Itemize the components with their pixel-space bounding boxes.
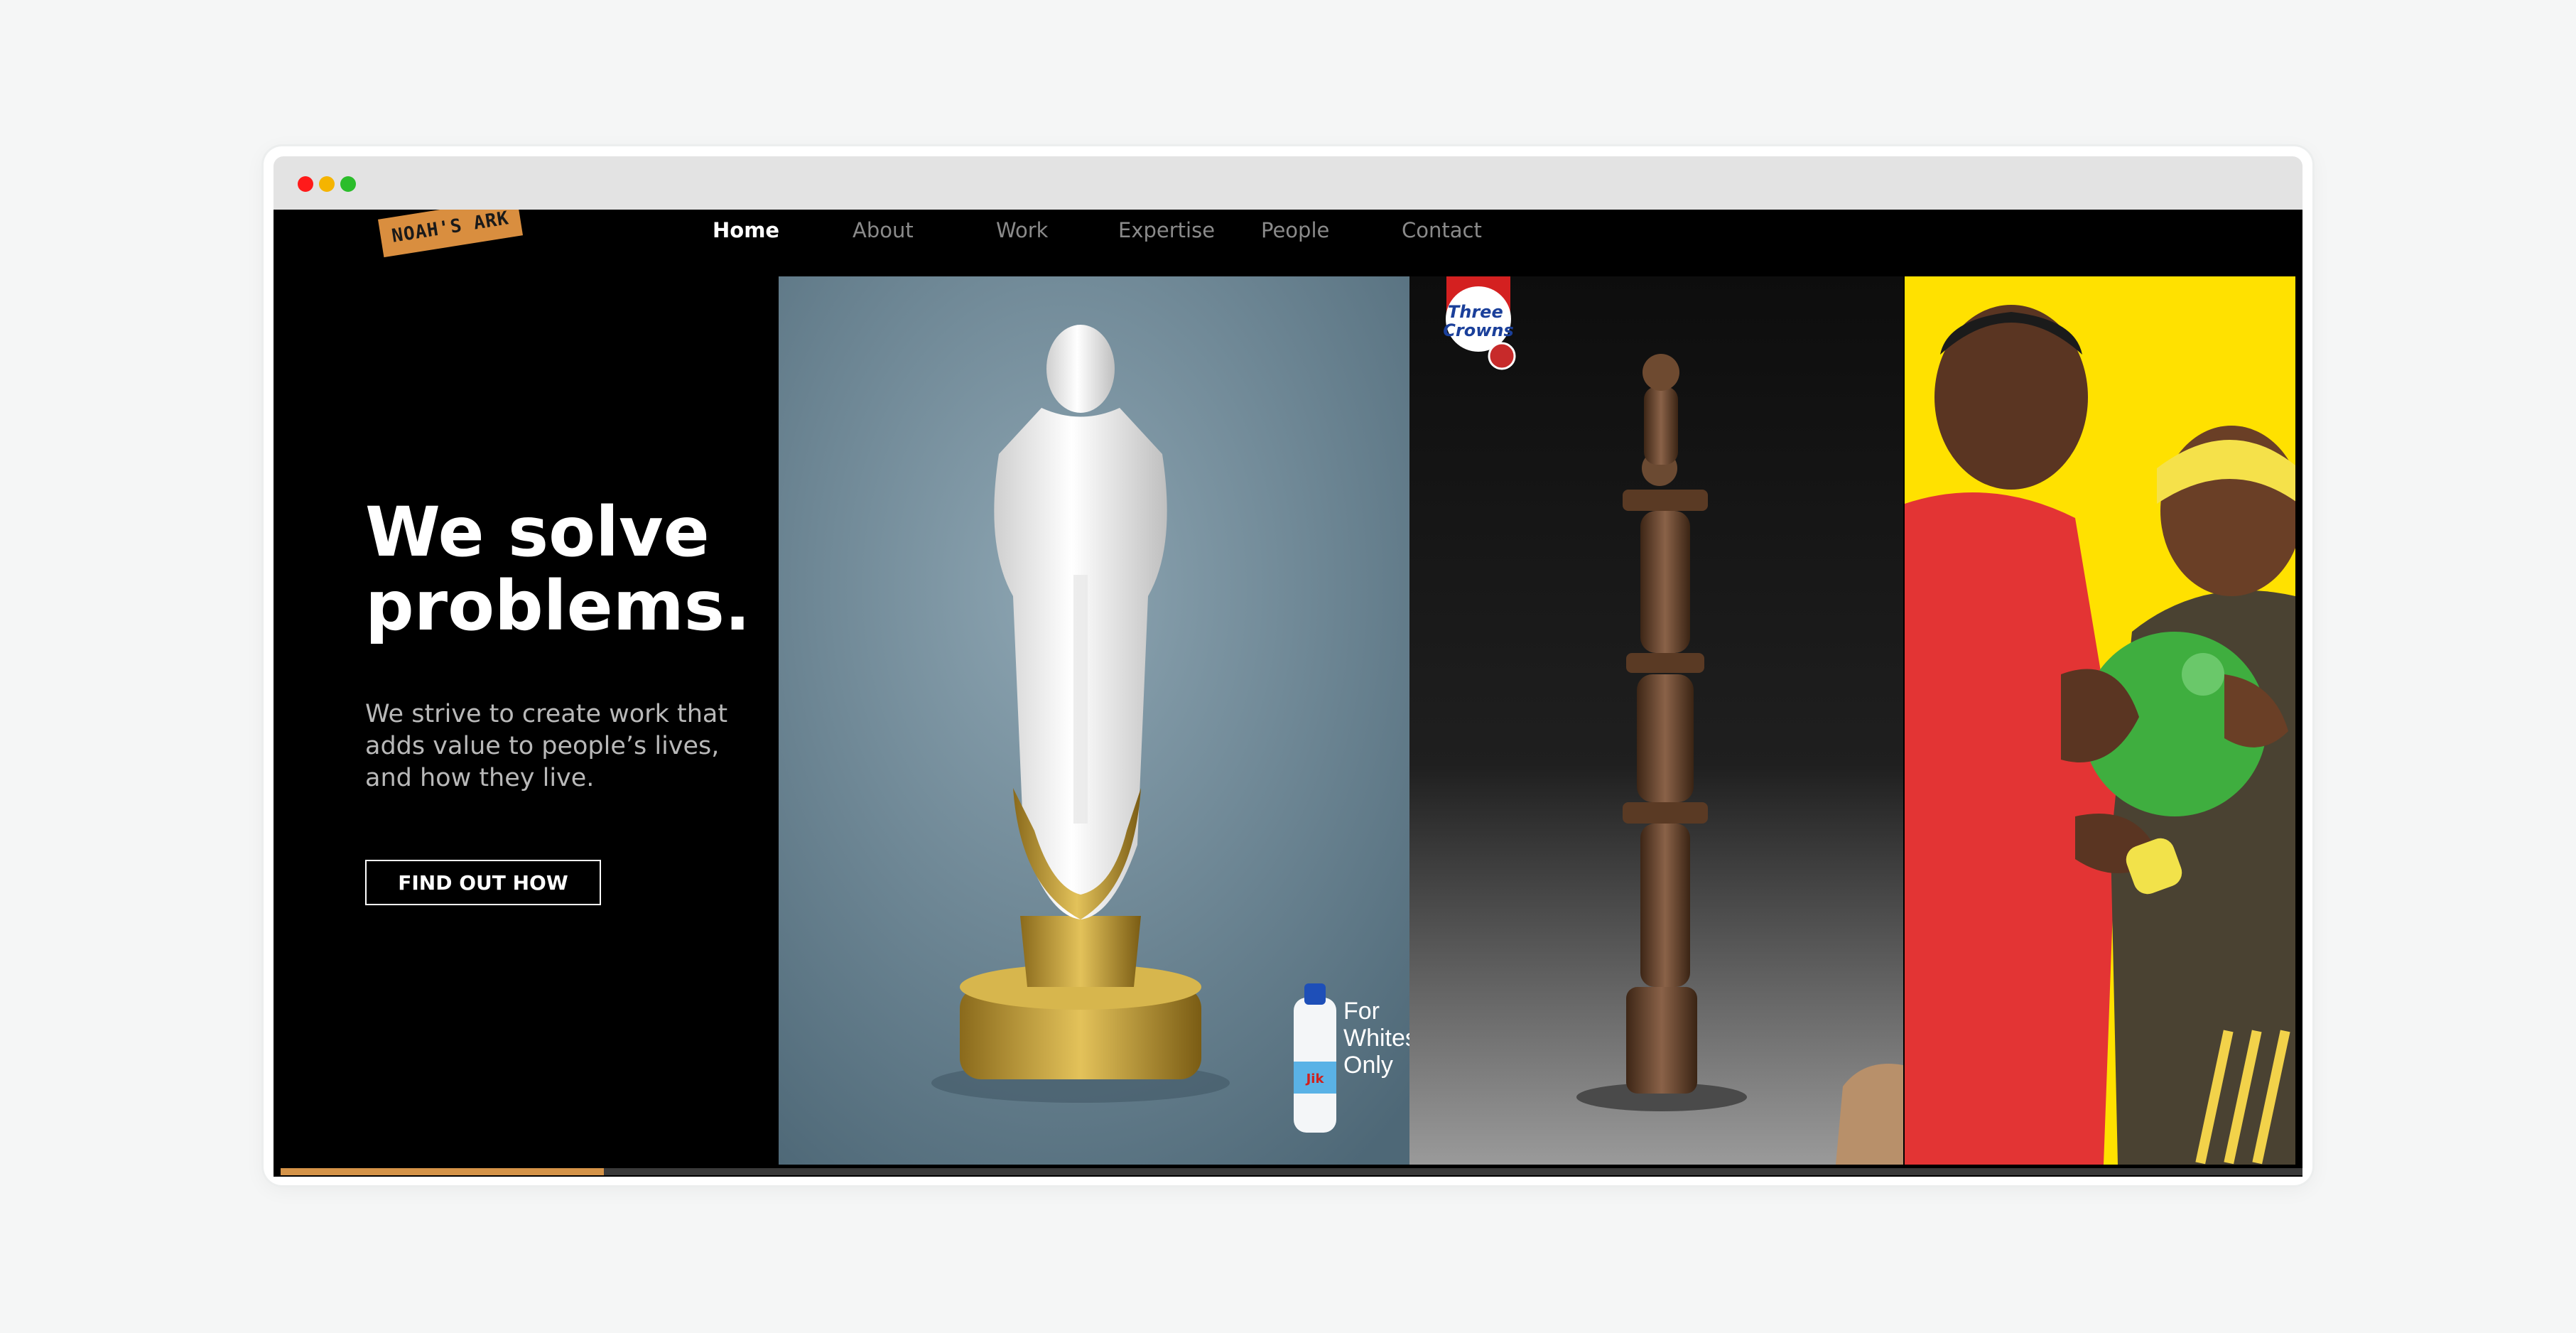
website-viewport: NOAH'S ARK Home About Work Expertise Peo…	[274, 210, 2302, 1177]
hero-title: We solve problems.	[365, 495, 763, 643]
hero-title-line2: problems.	[365, 566, 751, 646]
nav-home[interactable]: Home	[713, 218, 779, 242]
find-out-how-button[interactable]: FIND OUT HOW	[365, 860, 601, 905]
hero-title-line1: We solve	[365, 492, 710, 572]
gallery-panel-statue-ad[interactable]: Jik For Whites Only	[779, 276, 1409, 1165]
browser-titlebar	[274, 156, 2302, 210]
statue-head	[1046, 325, 1115, 413]
close-window-button[interactable]	[298, 176, 313, 192]
bottle-label: Jik	[1305, 1072, 1325, 1086]
slider-progress-track[interactable]	[281, 1168, 2302, 1175]
totem-base	[1626, 987, 1697, 1094]
football-ad-image	[1905, 276, 2295, 1165]
statue-ad-image: Jik For Whites Only	[779, 276, 1409, 1165]
nav-expertise[interactable]: Expertise	[1118, 218, 1215, 242]
three-crowns-logo: Three Crowns	[1443, 302, 1513, 340]
hero-description: We strive to create work that adds value…	[365, 700, 728, 792]
nav-people[interactable]: People	[1261, 218, 1329, 242]
browser-window: NOAH'S ARK Home About Work Expertise Peo…	[264, 146, 2312, 1185]
maximize-window-button[interactable]	[340, 176, 356, 192]
totem-ad-image: Three Crowns	[1409, 276, 1903, 1165]
slider-progress-fill	[281, 1168, 605, 1175]
gallery-panel-totem-ad[interactable]: Three Crowns	[1409, 276, 1903, 1165]
gallery-panel-football-ad[interactable]	[1905, 276, 2295, 1165]
nav-contact[interactable]: Contact	[1402, 218, 1482, 242]
minimize-window-button[interactable]	[319, 176, 335, 192]
nav-work[interactable]: Work	[996, 218, 1048, 242]
nav-about[interactable]: About	[853, 218, 914, 242]
